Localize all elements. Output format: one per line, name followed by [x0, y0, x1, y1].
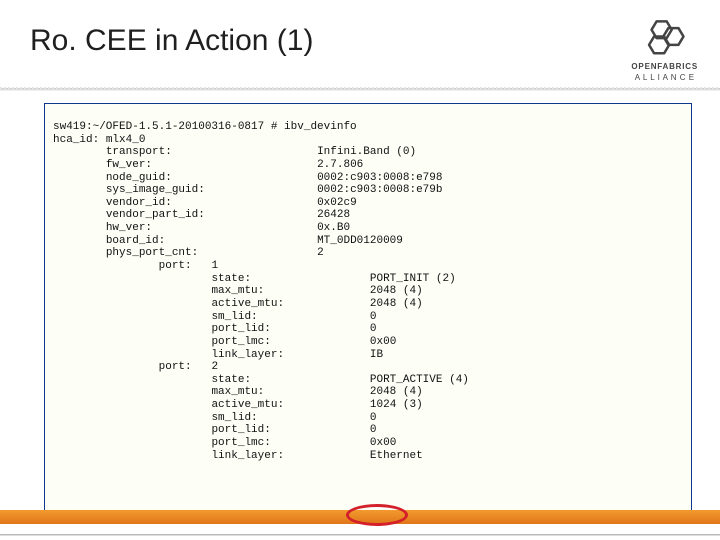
transport-label: transport: [106, 146, 172, 158]
hca-id-label: hca_id: [53, 134, 99, 146]
node-guid-label: node_guid: [106, 172, 172, 184]
port-label: port: [159, 260, 192, 272]
brand-logo: OPENFABRICS A L L I A N C E [631, 18, 698, 82]
footer-divider [0, 534, 720, 536]
hw-ver-label: hw_ver: [106, 222, 152, 234]
page-title: Ro. CEE in Action (1) [30, 18, 313, 58]
port2-active-mtu-value: 1024 (3) [370, 399, 423, 411]
vendor-part-id-label: vendor_part_id: [106, 209, 205, 221]
hca-id-value: mlx4_0 [106, 134, 146, 146]
port1-active-mtu-label: active_mtu: [211, 298, 284, 310]
prompt-line: sw419:~/OFED-1.5.1-20100316-0817 # ibv_d… [53, 121, 357, 133]
port2-active-mtu-label: active_mtu: [211, 399, 284, 411]
vendor-id-value: 0x02c9 [317, 197, 357, 209]
transport-value: Infini.Band (0) [317, 146, 416, 158]
port1-link-layer-value: IB [370, 349, 383, 361]
port2-state-value: PORT_ACTIVE (4) [370, 374, 469, 386]
port2-link-layer-value: Ethernet [370, 450, 423, 462]
board-id-label: board_id: [106, 235, 165, 247]
port2-num: 2 [211, 361, 218, 373]
vendor-id-label: vendor_id: [106, 197, 172, 209]
port1-port-lmc-label: port_lmc: [211, 336, 270, 348]
openfabrics-logo-icon [639, 18, 691, 60]
port2-port-lmc-value: 0x00 [370, 437, 396, 449]
port2-port-lid-label: port_lid: [211, 424, 270, 436]
port1-state-label: state: [211, 273, 251, 285]
terminal-output-box: sw419:~/OFED-1.5.1-20100316-0817 # ibv_d… [44, 103, 692, 513]
phys-port-cnt-label: phys_port_cnt: [106, 247, 198, 259]
terminal-output: sw419:~/OFED-1.5.1-20100316-0817 # ibv_d… [53, 121, 683, 462]
node-guid-value: 0002:c903:0008:e798 [317, 172, 442, 184]
port1-max-mtu-value: 2048 (4) [370, 285, 423, 297]
port1-sm-lid-label: sm_lid: [211, 311, 257, 323]
sys-image-guid-value: 0002:c903:0008:e79b [317, 184, 442, 196]
fw-ver-value: 2.7.806 [317, 159, 363, 171]
port1-port-lid-label: port_lid: [211, 323, 270, 335]
port1-port-lid-value: 0 [370, 323, 377, 335]
fw-ver-label: fw_ver: [106, 159, 152, 171]
port-label-2: port: [159, 361, 192, 373]
port2-link-layer-label: link_layer: [211, 450, 284, 462]
accent-band [0, 510, 720, 524]
brand-subname: A L L I A N C E [635, 73, 695, 82]
port2-max-mtu-label: max_mtu: [211, 386, 264, 398]
port2-port-lid-value: 0 [370, 424, 377, 436]
hw-ver-value: 0x.B0 [317, 222, 350, 234]
sys-image-guid-label: sys_image_guid: [106, 184, 205, 196]
port1-active-mtu-value: 2048 (4) [370, 298, 423, 310]
port1-link-layer-label: link_layer: [211, 349, 284, 361]
port1-sm-lid-value: 0 [370, 311, 377, 323]
vendor-part-id-value: 26428 [317, 209, 350, 221]
port2-sm-lid-value: 0 [370, 412, 377, 424]
phys-port-cnt-value: 2 [317, 247, 324, 259]
port2-sm-lid-label: sm_lid: [211, 412, 257, 424]
port1-port-lmc-value: 0x00 [370, 336, 396, 348]
port2-port-lmc-label: port_lmc: [211, 437, 270, 449]
port2-state-label: state: [211, 374, 251, 386]
port1-max-mtu-label: max_mtu: [211, 285, 264, 297]
board-id-value: MT_0DD0120009 [317, 235, 403, 247]
header-divider [0, 88, 720, 91]
port1-state-value: PORT_INIT (2) [370, 273, 456, 285]
brand-name: OPENFABRICS [631, 62, 698, 71]
port1-num: 1 [211, 260, 218, 272]
port2-max-mtu-value: 2048 (4) [370, 386, 423, 398]
